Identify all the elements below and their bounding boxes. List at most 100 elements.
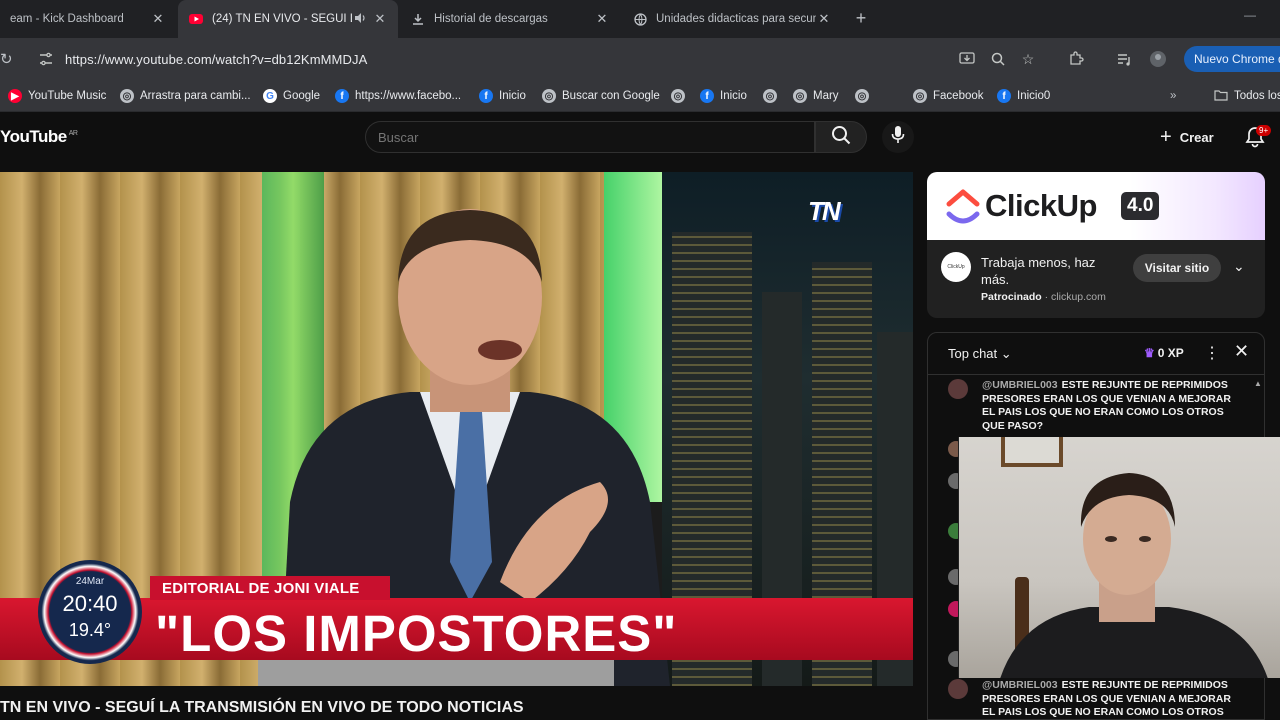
ad-version-badge: 4.0	[1121, 192, 1160, 220]
bookmark-label: Google	[283, 90, 321, 102]
streamer-person	[1000, 473, 1268, 678]
plus-icon: +	[1160, 125, 1172, 148]
bookmark-mary[interactable]: ◎ Mary	[793, 88, 839, 104]
globe-icon	[632, 11, 648, 27]
facebook-icon: f	[700, 89, 714, 103]
wall-picture	[1001, 437, 1063, 467]
chevron-down-icon[interactable]: ⌄	[1233, 258, 1245, 275]
chat-mode-dropdown[interactable]: Top chat ⌄	[948, 346, 1012, 362]
bookmark-inicio[interactable]: f Inicio	[479, 88, 526, 104]
channel-logo: TN	[808, 196, 841, 226]
new-chrome-button[interactable]: Nuevo Chrome d	[1184, 46, 1280, 72]
sponsored-ad-card[interactable]: ClickUp 4.0 ClickUp Trabaja menos, haz m…	[927, 172, 1265, 318]
download-icon	[410, 11, 426, 27]
profile-avatar-icon[interactable]	[1149, 50, 1167, 68]
zoom-icon[interactable]	[989, 50, 1007, 68]
clickup-logo-icon	[946, 189, 980, 224]
bookmark-facebook[interactable]: ◎ Facebook	[913, 88, 984, 104]
tab-close-icon[interactable]: ✕	[372, 11, 388, 27]
search-button[interactable]	[815, 121, 867, 153]
ad-domain: clickup.com	[1051, 291, 1106, 303]
youtube-logo[interactable]: YouTube AR	[0, 127, 78, 147]
chat-header: Top chat ⌄ ♛ 0 XP ⋮ ✕	[928, 333, 1264, 375]
speaker-icon[interactable]	[352, 12, 368, 27]
scroll-up-icon[interactable]: ▲	[1254, 379, 1262, 388]
tab-kick-dashboard[interactable]: eam - Kick Dashboard ✕	[0, 0, 176, 38]
google-icon: G	[263, 89, 277, 103]
bookmark-label: Inicio	[499, 90, 526, 102]
bookmark-label: Facebook	[933, 90, 984, 102]
tab-title: Unidades didacticas para secun	[656, 13, 816, 25]
avatar[interactable]	[948, 679, 968, 699]
search-box	[365, 121, 815, 153]
more-options-icon[interactable]: ⋮	[1204, 343, 1220, 363]
bookmark-globe[interactable]: ◎	[671, 88, 691, 104]
segment-tag: EDITORIAL DE JONI VIALE	[150, 576, 390, 600]
bookmark-arrastra[interactable]: ◎ Arrastra para cambi...	[120, 88, 251, 104]
reload-icon[interactable]: ↻	[0, 50, 13, 68]
clock-temperature: 19.4°	[68, 620, 112, 640]
extensions-icon[interactable]	[1067, 50, 1085, 68]
install-app-icon[interactable]	[958, 50, 976, 68]
bookmark-star-icon[interactable]: ☆	[1019, 50, 1037, 68]
ad-tagline: Trabaja menos, haz más.	[981, 255, 1096, 287]
bookmark-label: Buscar con Google	[562, 90, 660, 102]
globe-icon: ◎	[542, 89, 556, 103]
search-icon	[831, 125, 851, 150]
site-settings-icon[interactable]	[38, 51, 54, 67]
bookmark-label: Inicio	[720, 90, 747, 102]
youtube-header: YouTubeAR + Crear 9+	[0, 113, 1280, 159]
bookmark-buscar-google[interactable]: ◎ Buscar con Google	[542, 88, 660, 104]
close-icon[interactable]: ✕	[1234, 341, 1249, 362]
address-bar-row: ↻ https://www.youtube.com/watch?v=db12Km…	[0, 38, 1280, 80]
logo-text: YouTube	[0, 127, 67, 146]
visit-site-button[interactable]: Visitar sitio	[1133, 254, 1221, 282]
ad-avatar[interactable]: ClickUp	[941, 252, 971, 282]
folder-icon	[1214, 89, 1228, 104]
chat-author[interactable]: @UMBRIEL003	[982, 379, 1058, 391]
country-code: AR	[68, 130, 78, 138]
bookmark-label: Mary	[813, 90, 839, 102]
webcam-overlay	[958, 437, 1280, 678]
voice-search-button[interactable]	[882, 121, 914, 153]
ad-meta: Patrocinado · clickup.com	[981, 291, 1106, 303]
video-player[interactable]: TN EDITORIAL DE JONI VIALE "LOS IMPOSTOR…	[0, 172, 913, 686]
tab-tn-en-vivo[interactable]: (24) TN EN VIVO - SEGUÍ LA ✕	[178, 0, 398, 38]
bookmark-google[interactable]: G Google	[263, 88, 320, 104]
bookmark-facebook-url[interactable]: f https://www.facebo...	[335, 88, 461, 104]
on-air-clock: 24Mar 20:40 19.4°	[38, 560, 142, 664]
globe-icon: ◎	[763, 89, 777, 103]
tab-unidades-didacticas[interactable]: Unidades didacticas para secun ✕	[622, 0, 842, 38]
bookmark-inicio0[interactable]: f Inicio0	[997, 88, 1050, 104]
chat-message: @UMBRIEL003 ESTE REJUNTE DE REPRIMIDOS PR…	[982, 379, 1242, 433]
create-button[interactable]: + Crear	[1160, 121, 1214, 153]
ad-banner[interactable]: ClickUp 4.0	[927, 172, 1265, 240]
bookmark-globe-2[interactable]: ◎	[763, 88, 783, 104]
minimize-button[interactable]: —	[1244, 8, 1258, 22]
ad-brand-name: ClickUp	[985, 188, 1097, 223]
tab-title: Historial de descargas	[434, 13, 548, 25]
globe-icon: ◎	[671, 89, 685, 103]
tab-close-icon[interactable]: ✕	[816, 11, 832, 27]
headline: "LOS IMPOSTORES"	[155, 605, 678, 662]
bookmark-youtube-music[interactable]: ▶ YouTube Music	[8, 88, 106, 104]
tab-historial-descargas[interactable]: Historial de descargas ✕	[400, 0, 620, 38]
url-field[interactable]: https://www.youtube.com/watch?v=db12KmMM…	[65, 52, 367, 67]
bookmark-inicio-2[interactable]: f Inicio	[700, 88, 747, 104]
new-tab-button[interactable]: +	[852, 9, 870, 28]
xp-counter[interactable]: ♛ 0 XP	[1144, 346, 1184, 360]
tab-close-icon[interactable]: ✕	[594, 11, 610, 27]
clock-date: 24Mar	[75, 576, 105, 587]
chat-author[interactable]: @UMBRIEL003	[982, 679, 1058, 691]
search-input[interactable]	[366, 122, 814, 153]
globe-icon: ◎	[913, 89, 927, 103]
bookmarks-all-folder[interactable]: Todos los	[1214, 88, 1280, 104]
tab-close-icon[interactable]: ✕	[150, 11, 166, 27]
bookmarks-overflow-icon[interactable]: »	[1170, 88, 1176, 104]
xp-label: 0 XP	[1157, 346, 1184, 360]
clock-time: 20:40	[62, 591, 118, 616]
media-controls-icon[interactable]	[1116, 50, 1134, 68]
avatar[interactable]	[948, 379, 968, 399]
bookmark-globe-3[interactable]: ◎	[855, 88, 875, 104]
create-label: Crear	[1179, 129, 1214, 145]
